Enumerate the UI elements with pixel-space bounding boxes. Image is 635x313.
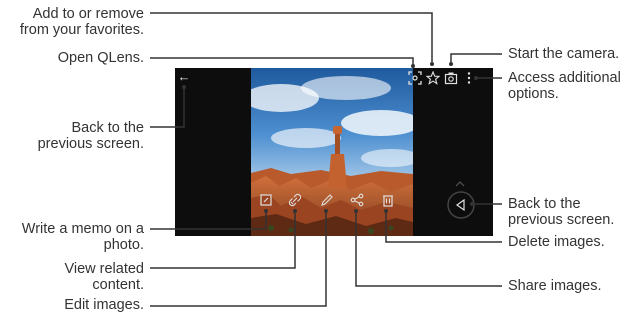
callout-related: View related content. bbox=[64, 261, 144, 293]
callout-share: Share images. bbox=[508, 278, 602, 294]
callout-favorites: Add to or remove from your favorites. bbox=[19, 6, 144, 38]
callout-memo: Write a memo on a photo. bbox=[21, 221, 144, 253]
callout-delete: Delete images. bbox=[508, 234, 605, 250]
callout-qlens: Open QLens. bbox=[57, 50, 144, 66]
callout-back-bottom: Back to the previous screen. bbox=[508, 196, 615, 228]
callout-camera: Start the camera. bbox=[508, 46, 620, 62]
callout-back-top: Back to the previous screen. bbox=[37, 120, 144, 152]
callout-more-options: Access additional options. bbox=[508, 70, 621, 102]
callout-edit: Edit images. bbox=[64, 297, 144, 313]
